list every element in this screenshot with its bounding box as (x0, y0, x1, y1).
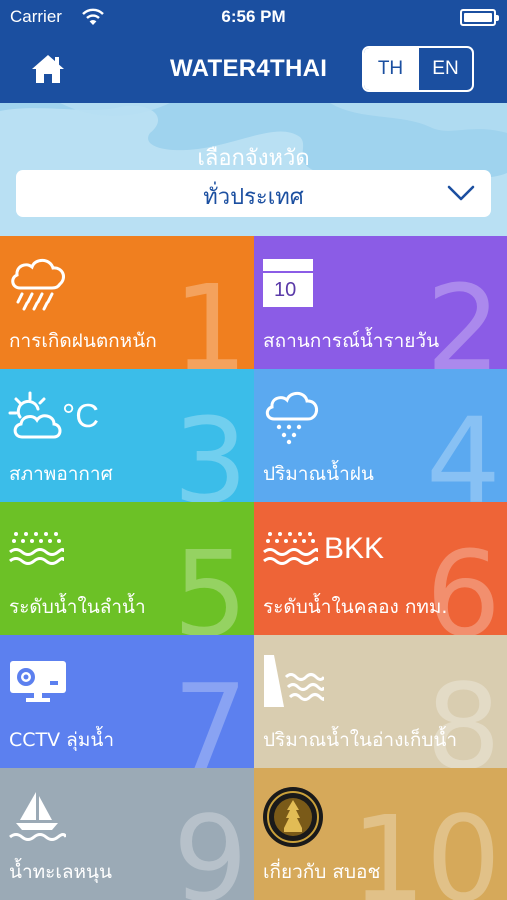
battery-icon (460, 9, 499, 26)
tile-number: 9 (172, 790, 248, 900)
tile-river-level[interactable]: 5 ระดับน้ำในลำน้ำ (0, 502, 254, 635)
cctv-monitor-icon (10, 661, 66, 702)
tile-reservoir-volume[interactable]: 8 ปริมาณน้ำในอ่างเก็บน้ำ (254, 635, 507, 768)
app-title: WATER4THAI (170, 55, 328, 82)
tile-number: 5 (172, 525, 248, 635)
tile-cctv[interactable]: 7 CCTV ลุ่มน้ำ (0, 635, 254, 768)
tile-number: 7 (172, 658, 248, 768)
province-selector-panel: เลือกจังหวัด ทั่วประเทศ (0, 103, 507, 236)
emblem-icon (263, 787, 323, 847)
tile-label: ปริมาณน้ำฝน (263, 463, 374, 485)
tile-number: 3 (172, 392, 248, 502)
tile-label: ระดับน้ำในลำน้ำ (9, 596, 146, 618)
bkk-label: BKK (324, 532, 385, 565)
province-dropdown[interactable]: ทั่วประเทศ (16, 170, 491, 217)
tile-rainfall[interactable]: 4 ปริมาณน้ำฝน (254, 369, 507, 502)
tile-label: น้ำทะเลหนุน (9, 861, 113, 883)
province-selected-value: ทั่วประเทศ (203, 185, 304, 210)
menu-grid: 1 การเกิดฝนตกหนัก 2 10 สถานการณ์น้ำรายวั… (0, 236, 507, 900)
dam-icon (264, 655, 324, 707)
language-toggle[interactable]: TH EN (362, 46, 474, 92)
tile-daily-water-situation[interactable]: 2 10 สถานการณ์น้ำรายวัน (254, 236, 507, 369)
heavy-rain-cloud-icon (11, 258, 65, 311)
tile-heavy-rain[interactable]: 1 การเกิดฝนตกหนัก (0, 236, 254, 369)
home-icon[interactable] (30, 53, 66, 85)
tile-label: สภาพอากาศ (9, 463, 113, 485)
celsius-label: °C (62, 397, 100, 434)
top-bar: Carrier 6:56 PM WATER4THAI TH EN (0, 0, 507, 103)
tile-label: CCTV ลุ่มน้ำ (9, 729, 115, 751)
status-bar: Carrier 6:56 PM (0, 0, 507, 36)
chevron-down-icon (447, 185, 475, 201)
tile-weather[interactable]: 3 °C สภาพอากาศ (0, 369, 254, 502)
clock: 6:56 PM (221, 7, 286, 26)
rain-cloud-icon (265, 391, 319, 445)
tile-about[interactable]: 10 เกี่ยวกับ สบอช (254, 768, 507, 900)
calendar-day: 10 (274, 279, 297, 301)
tile-label: ระดับน้ำในคลอง กทม. (263, 596, 448, 618)
tile-label: สถานการณ์น้ำรายวัน (263, 330, 440, 352)
tile-label: ปริมาณน้ำในอ่างเก็บน้ำ (263, 729, 458, 751)
tile-label: การเกิดฝนตกหนัก (9, 330, 157, 352)
lang-th-button[interactable]: TH (364, 48, 417, 90)
sailboat-icon (9, 792, 66, 841)
sun-cloud-icon (8, 391, 62, 439)
tile-sea-tide[interactable]: 9 น้ำทะเลหนุน (0, 768, 254, 900)
tile-label: เกี่ยวกับ สบอช (263, 861, 381, 883)
canal-level-icon (263, 532, 318, 565)
river-level-icon (9, 532, 64, 565)
tile-bangkok-canal-level[interactable]: 6 BKK ระดับน้ำในคลอง กทม. (254, 502, 507, 635)
tile-number: 1 (172, 259, 248, 369)
tile-number: 4 (425, 392, 501, 502)
lang-en-button[interactable]: EN (417, 48, 472, 90)
